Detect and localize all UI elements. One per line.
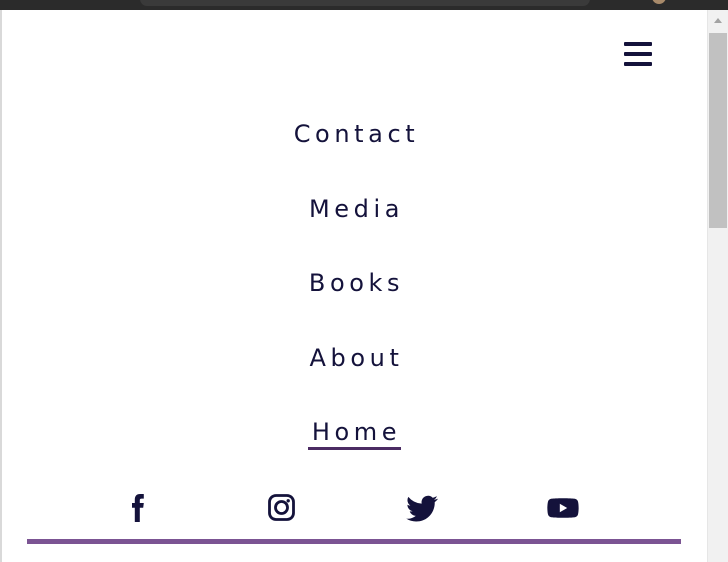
nav-item-label: Home <box>307 418 402 450</box>
nav-item-contact[interactable]: Contact <box>2 120 707 148</box>
browser-top-bar <box>0 0 728 10</box>
hamburger-line <box>624 62 652 66</box>
scrollbar-thumb[interactable] <box>709 33 727 228</box>
social-links <box>2 490 707 526</box>
address-bar[interactable] <box>140 0 590 6</box>
vertical-scrollbar[interactable] <box>707 10 728 562</box>
browser-viewport: Contact Media Books About Home <box>0 0 728 562</box>
nav-item-media[interactable]: Media <box>2 195 707 223</box>
facebook-icon[interactable] <box>122 490 158 526</box>
scroll-up-arrow-icon[interactable] <box>714 18 722 23</box>
profile-icon[interactable] <box>652 0 666 4</box>
nav-item-books[interactable]: Books <box>2 269 707 297</box>
page-content: Contact Media Books About Home <box>2 10 707 562</box>
nav-item-label: Contact <box>293 120 420 148</box>
hamburger-line <box>624 52 652 56</box>
youtube-icon[interactable] <box>545 490 581 526</box>
nav-item-home[interactable]: Home <box>2 418 707 450</box>
instagram-icon[interactable] <box>263 490 299 526</box>
nav-item-label: Books <box>308 269 405 297</box>
hamburger-menu-icon[interactable] <box>624 42 652 66</box>
nav-item-label: About <box>309 344 404 372</box>
nav-item-label: Media <box>308 195 405 223</box>
footer-accent-bar <box>27 539 681 544</box>
twitter-icon[interactable] <box>404 490 440 526</box>
hamburger-line <box>624 42 652 46</box>
nav-item-about[interactable]: About <box>2 344 707 372</box>
